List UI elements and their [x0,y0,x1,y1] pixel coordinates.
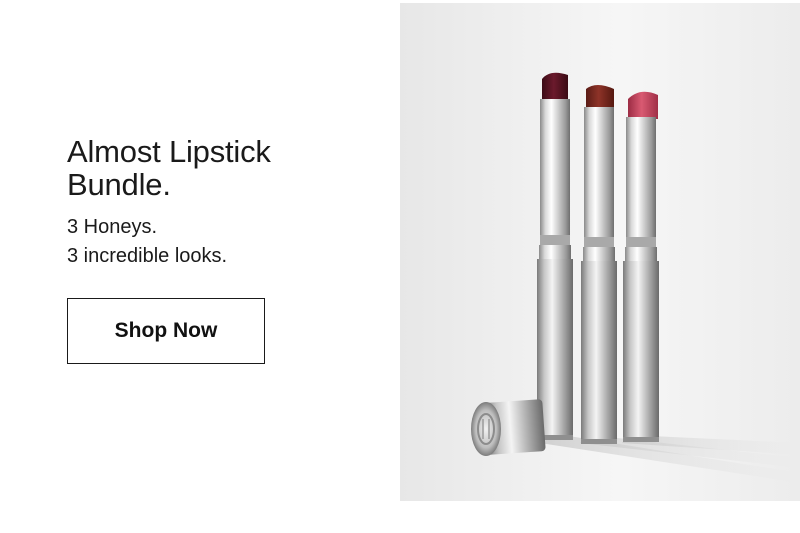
shop-now-button[interactable]: Shop Now [67,298,265,364]
headline: Almost Lipstick Bundle. [67,135,367,201]
headline-line-1: Almost Lipstick [67,134,271,169]
subheadline-line-2: 3 incredible looks. [67,245,228,267]
lipstick-brick [581,85,617,444]
lipstick-rose [623,91,659,442]
subheadline: 3 Honeys. 3 incredible looks. [67,213,367,271]
product-photo[interactable] [400,3,800,501]
lipstick-plum [537,72,573,440]
promo-copy: Almost Lipstick Bundle. 3 Honeys. 3 incr… [67,135,367,271]
promo-banner: Almost Lipstick Bundle. 3 Honeys. 3 incr… [0,0,800,533]
headline-line-2: Bundle. [67,167,171,202]
subheadline-line-1: 3 Honeys. [67,216,158,238]
lipstick-cap [471,399,546,456]
